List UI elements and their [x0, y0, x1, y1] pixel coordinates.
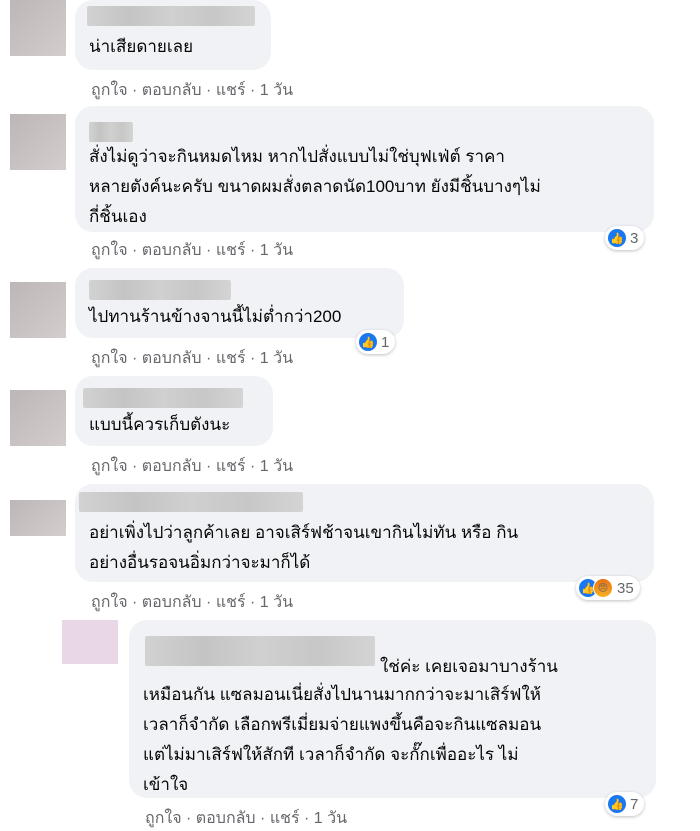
share-link[interactable]: แชร์ — [216, 350, 246, 367]
like-link[interactable]: ถูกใจ — [145, 810, 182, 827]
like-icon: 👍 — [359, 333, 377, 351]
comment-actions: ถูกใจ · ตอบกลับ · แชร์ · 1 วัน — [91, 82, 294, 99]
comment-text: สั่งไม่ดูว่าจะกินหมดไหม หากไปสั่งแบบไม่ใ… — [89, 147, 541, 226]
commenter-name-blurred[interactable] — [89, 280, 231, 300]
reply-bubble: ใช่ค่ะ เคยเจอมาบางร้าน เหมือนกัน แซลมอนเ… — [129, 620, 656, 798]
reaction-count[interactable]: 👍 1 — [356, 330, 396, 354]
reply-link[interactable]: ตอบกลับ — [142, 458, 202, 475]
share-link[interactable]: แชร์ — [216, 594, 246, 611]
reaction-count[interactable]: 👍 3 — [605, 226, 645, 250]
timestamp[interactable]: 1 วัน — [260, 350, 293, 367]
comment-bubble: สั่งไม่ดูว่าจะกินหมดไหม หากไปสั่งแบบไม่ใ… — [75, 106, 654, 232]
comment-actions: ถูกใจ · ตอบกลับ · แชร์ · 1 วัน — [91, 350, 294, 367]
reply-link[interactable]: ตอบกลับ — [142, 350, 202, 367]
reply-link[interactable]: ตอบกลับ — [196, 810, 256, 827]
reply-link[interactable]: ตอบกลับ — [142, 594, 202, 611]
like-link[interactable]: ถูกใจ — [91, 350, 128, 367]
like-link[interactable]: ถูกใจ — [91, 458, 128, 475]
like-link[interactable]: ถูกใจ — [91, 242, 128, 259]
comment-bubble: แบบนี้ควรเก็บตังนะ — [75, 376, 273, 446]
reaction-count[interactable]: 👍 7 — [605, 792, 645, 816]
commenter-name-blurred[interactable] — [145, 636, 375, 666]
reply-link[interactable]: ตอบกลับ — [142, 242, 202, 259]
comment-text: แบบนี้ควรเก็บตังนะ — [89, 415, 231, 434]
avatar[interactable] — [10, 500, 66, 536]
share-link[interactable]: แชร์ — [216, 242, 246, 259]
commenter-name-blurred[interactable] — [79, 492, 303, 512]
comment-actions: ถูกใจ · ตอบกลับ · แชร์ · 1 วัน — [91, 242, 294, 259]
avatar[interactable] — [10, 282, 66, 338]
avatar[interactable] — [10, 0, 66, 56]
commenter-name-blurred[interactable] — [83, 388, 243, 408]
comment-bubble: อย่าเพิ่งไปว่าลูกค้าเลย อาจเสิร์ฟช้าจนเข… — [75, 484, 654, 582]
like-icon: 👍 — [608, 229, 626, 247]
avatar[interactable] — [10, 390, 66, 446]
comment-bubble: น่าเสียดายเลย — [75, 0, 271, 70]
reply-text: เหมือนกัน แซลมอนเนี่ยสั่งไปนานมากกว่าจะม… — [143, 685, 542, 794]
timestamp[interactable]: 1 วัน — [314, 810, 347, 827]
share-link[interactable]: แชร์ — [216, 458, 246, 475]
reply-link[interactable]: ตอบกลับ — [142, 82, 202, 99]
timestamp[interactable]: 1 วัน — [260, 242, 293, 259]
comment-text: น่าเสียดายเลย — [89, 37, 194, 56]
like-icon: 👍 — [608, 795, 626, 813]
timestamp[interactable]: 1 วัน — [260, 594, 293, 611]
commenter-name-blurred[interactable] — [89, 122, 133, 142]
comment-actions: ถูกใจ · ตอบกลับ · แชร์ · 1 วัน — [145, 810, 348, 827]
timestamp[interactable]: 1 วัน — [260, 82, 293, 99]
avatar[interactable] — [62, 620, 118, 664]
share-link[interactable]: แชร์ — [270, 810, 300, 827]
reaction-count[interactable]: 👍 😠 35 — [576, 576, 640, 600]
avatar[interactable] — [10, 114, 66, 170]
reply-text-first-line: ใช่ค่ะ เคยเจอมาบางร้าน — [380, 657, 558, 676]
share-link[interactable]: แชร์ — [216, 82, 246, 99]
comment-text: ไปทานร้านข้างจานนี้ไม่ต่ำกว่า200 — [89, 307, 342, 326]
comment-bubble: ไปทานร้านข้างจานนี้ไม่ต่ำกว่า200 — [75, 268, 404, 338]
like-link[interactable]: ถูกใจ — [91, 594, 128, 611]
like-link[interactable]: ถูกใจ — [91, 82, 128, 99]
comment-text: อย่าเพิ่งไปว่าลูกค้าเลย อาจเสิร์ฟช้าจนเข… — [89, 523, 519, 572]
comment-actions: ถูกใจ · ตอบกลับ · แชร์ · 1 วัน — [91, 594, 294, 611]
angry-icon: 😠 — [593, 578, 613, 598]
commenter-name-blurred[interactable] — [87, 6, 255, 26]
timestamp[interactable]: 1 วัน — [260, 458, 293, 475]
comment-actions: ถูกใจ · ตอบกลับ · แชร์ · 1 วัน — [91, 458, 294, 475]
